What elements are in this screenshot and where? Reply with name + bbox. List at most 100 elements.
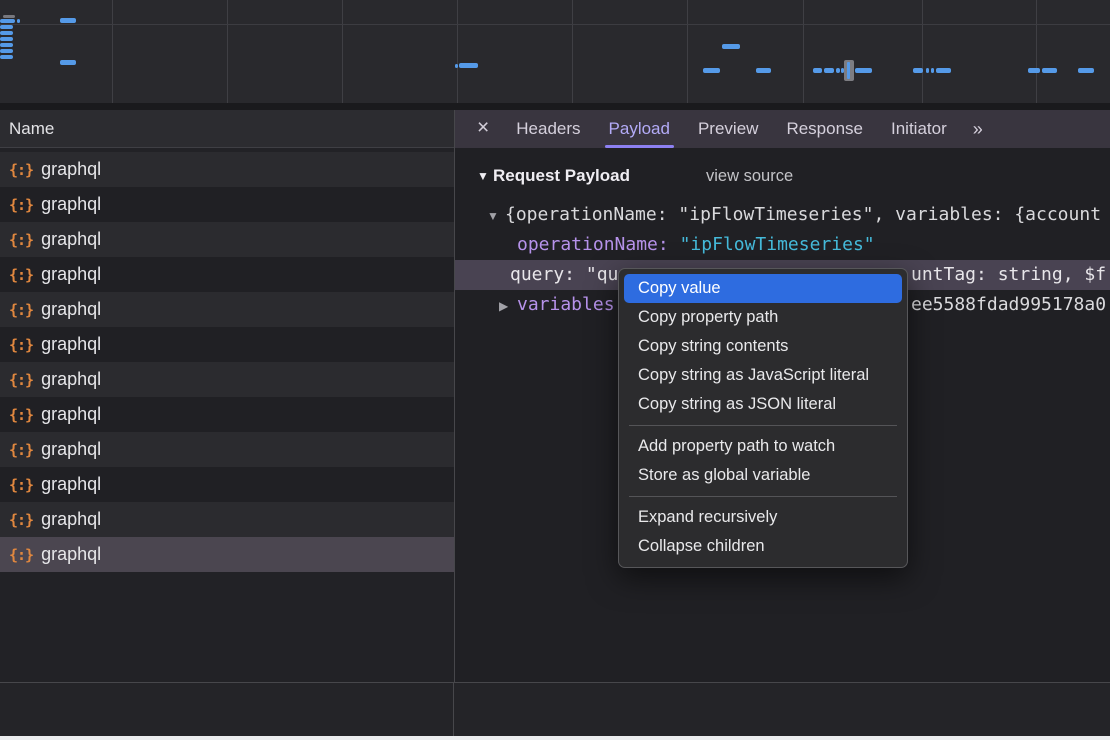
menu-item-add-property-path-to-watch[interactable]: Add property path to watch: [624, 432, 902, 461]
tree-row-operation-name[interactable]: operationName: "ipFlowTimeseries": [455, 230, 1110, 260]
table-row[interactable]: {:} graphql: [0, 222, 454, 257]
json-fetch-icon: {:}: [9, 161, 33, 179]
property-key: variables: [517, 294, 615, 315]
table-row[interactable]: {:} graphql: [0, 362, 454, 397]
table-row[interactable]: {:} graphql: [0, 432, 454, 467]
request-name: graphql: [41, 404, 101, 425]
detail-tab-bar: × HeadersPayloadPreviewResponseInitiator…: [455, 110, 1110, 148]
overview-baseline: [0, 24, 1110, 25]
menu-item-copy-string-as-javascript-literal[interactable]: Copy string as JavaScript literal: [624, 361, 902, 390]
tab-preview[interactable]: Preview: [684, 110, 772, 148]
tree-row-root-preview[interactable]: ▼{operationName: "ipFlowTimeseries", var…: [455, 200, 1110, 230]
overview-gridline: [687, 0, 688, 103]
property-value: "ipFlowTimeseries": [680, 234, 875, 255]
request-timing-bar: [1028, 68, 1040, 73]
requests-table: Name {:}graphql{:}graphql{:}graphql{:}gr…: [0, 110, 454, 682]
request-name: graphql: [41, 229, 101, 250]
json-fetch-icon: {:}: [9, 441, 33, 459]
name-column-label: Name: [9, 119, 54, 139]
overview-divider: [0, 103, 1110, 110]
tab-response[interactable]: Response: [772, 110, 877, 148]
overview-gridline: [342, 0, 343, 103]
section-collapse-arrow[interactable]: ▼: [477, 169, 493, 183]
window-bottom-edge: [0, 736, 1110, 740]
expand-arrow-icon[interactable]: ▶: [499, 291, 517, 321]
menu-item-copy-string-contents[interactable]: Copy string contents: [624, 332, 902, 361]
request-timing-bar: [722, 44, 740, 49]
more-tabs-icon[interactable]: »: [973, 119, 981, 140]
request-timing-bar: [0, 37, 13, 41]
overview-gridline: [227, 0, 228, 103]
collapse-arrow-icon[interactable]: ▼: [487, 201, 505, 231]
request-timing-bar: [936, 68, 951, 73]
request-name: graphql: [41, 474, 101, 495]
request-rows: {:} graphql {:} graphql {:} graphql {:} graphql…: [0, 152, 454, 572]
table-row[interactable]: {:} graphql: [0, 257, 454, 292]
request-timing-bar: [931, 68, 934, 73]
json-fetch-icon: {:}: [9, 476, 33, 494]
name-column-header[interactable]: Name: [0, 110, 454, 148]
json-fetch-icon: {:}: [9, 301, 33, 319]
payload-section-header: ▼ Request Payload view source: [455, 160, 1110, 192]
request-timing-bar: [0, 55, 13, 59]
request-name: graphql: [41, 264, 101, 285]
table-row[interactable]: {:}graphql: [0, 537, 454, 572]
summary-bar: [0, 683, 1110, 736]
menu-item-copy-value[interactable]: Copy value: [624, 274, 902, 303]
request-timing-bar: [1042, 68, 1057, 73]
overview-gridline: [572, 0, 573, 103]
request-timing-bar: [813, 68, 822, 73]
request-timing-bar: [0, 25, 13, 29]
request-name: graphql: [41, 544, 101, 565]
request-name: graphql: [41, 159, 101, 180]
tab-payload[interactable]: Payload: [595, 110, 684, 148]
menu-separator: [629, 496, 897, 497]
request-timing-bar: [60, 60, 76, 65]
overview-gridline: [1036, 0, 1037, 103]
request-name: graphql: [41, 194, 101, 215]
tab-headers[interactable]: Headers: [502, 110, 594, 148]
overview-gridline: [803, 0, 804, 103]
json-fetch-icon: {:}: [9, 231, 33, 249]
root-preview-text: {operationName: "ipFlowTimeseries", vari…: [505, 204, 1101, 225]
table-row[interactable]: {:} graphql: [0, 187, 454, 222]
request-name: graphql: [41, 369, 101, 390]
table-row[interactable]: {:} graphql: [0, 397, 454, 432]
overview-gridline: [922, 0, 923, 103]
table-row[interactable]: {:} graphql: [0, 152, 454, 187]
request-name: graphql: [41, 509, 101, 530]
section-title: Request Payload: [493, 166, 630, 186]
request-timing-bar: [0, 49, 13, 53]
playhead-marker[interactable]: [844, 60, 854, 81]
request-timing-bar: [855, 68, 872, 73]
json-fetch-icon: {:}: [9, 266, 33, 284]
menu-item-expand-recursively[interactable]: Expand recursively: [624, 503, 902, 532]
json-fetch-icon: {:}: [9, 196, 33, 214]
table-row[interactable]: {:} graphql: [0, 467, 454, 502]
json-fetch-icon: {:}: [9, 406, 33, 424]
request-timing-bar: [703, 68, 720, 73]
request-timing-bar: [17, 19, 20, 23]
network-overview-timeline[interactable]: [0, 0, 1110, 103]
request-timing-bar: [926, 68, 929, 73]
menu-item-copy-property-path[interactable]: Copy property path: [624, 303, 902, 332]
request-name: graphql: [41, 439, 101, 460]
request-name: graphql: [41, 299, 101, 320]
request-timing-bar: [913, 68, 923, 73]
view-source-link[interactable]: view source: [706, 167, 793, 186]
json-fetch-icon: {:}: [9, 371, 33, 389]
request-timing-bar: [0, 43, 13, 47]
context-menu: Copy valueCopy property pathCopy string …: [618, 268, 908, 568]
request-timing-bar: [60, 18, 76, 23]
close-icon[interactable]: ×: [477, 110, 489, 147]
menu-item-store-as-global-variable[interactable]: Store as global variable: [624, 461, 902, 490]
table-row[interactable]: {:}graphql: [0, 502, 454, 537]
table-row[interactable]: {:} graphql: [0, 292, 454, 327]
tab-initiator[interactable]: Initiator: [877, 110, 961, 148]
menu-separator: [629, 425, 897, 426]
query-text-left: query: "qu: [510, 264, 618, 285]
menu-item-copy-string-as-json-literal[interactable]: Copy string as JSON literal: [624, 390, 902, 419]
request-timing-bar: [3, 15, 15, 18]
table-row[interactable]: {:}graphql: [0, 327, 454, 362]
menu-item-collapse-children[interactable]: Collapse children: [624, 532, 902, 561]
